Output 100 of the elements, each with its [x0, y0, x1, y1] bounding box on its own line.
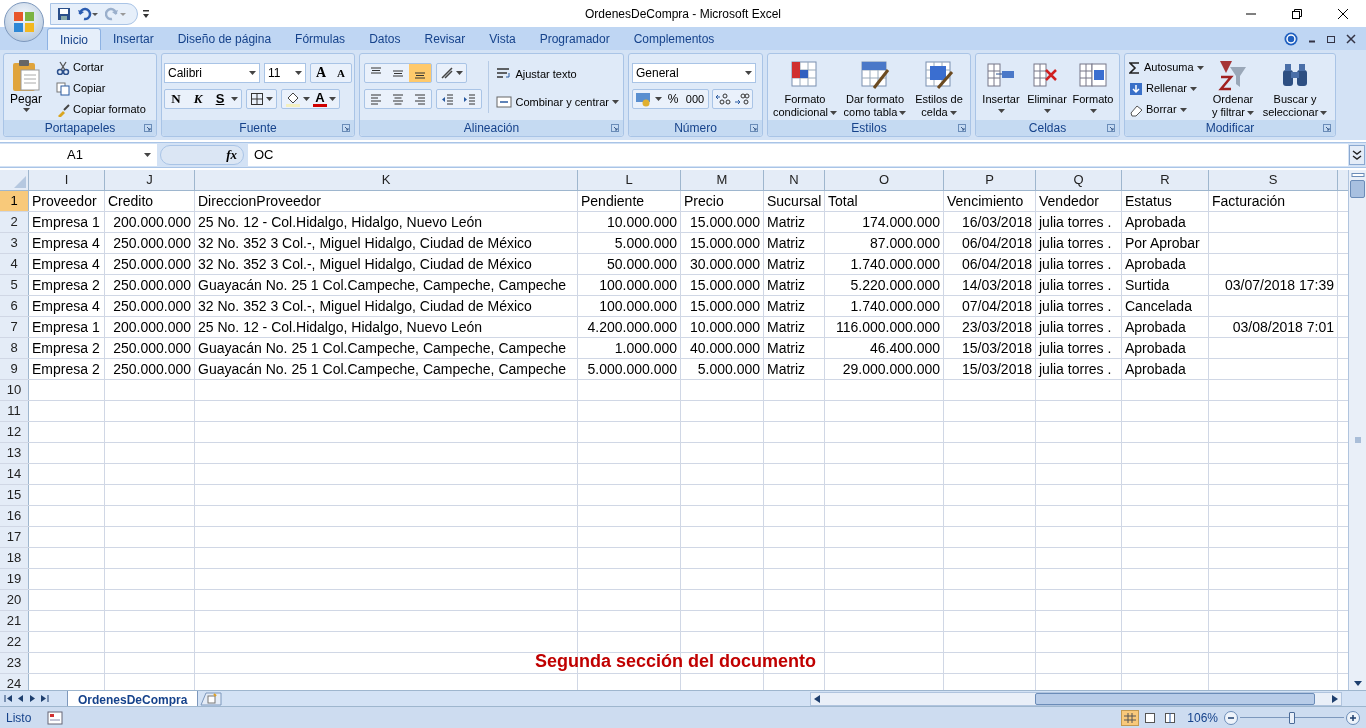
name-box[interactable]: A1 — [0, 144, 157, 166]
row-header[interactable]: 16 — [0, 506, 29, 526]
editing-button[interactable]: Buscar y seleccionar — [1259, 57, 1331, 120]
row-header[interactable]: 3 — [0, 233, 29, 253]
table-cell-text: 50.000.000 — [606, 254, 677, 274]
ribbon-tab[interactable]: Complementos — [621, 28, 727, 50]
table-cell-text: 4.200.000.000 — [587, 317, 677, 337]
percent-button[interactable]: % — [665, 90, 681, 108]
column-header[interactable]: K — [195, 170, 578, 190]
editing-item[interactable]: Rellenar — [1127, 78, 1207, 99]
row-header[interactable]: 13 — [0, 443, 29, 463]
column-header[interactable]: S — [1209, 170, 1338, 190]
row-header[interactable]: 8 — [0, 338, 29, 358]
row-header[interactable]: 12 — [0, 422, 29, 442]
row-header[interactable]: 21 — [0, 611, 29, 631]
ribbon-tab[interactable]: Fórmulas — [283, 28, 358, 50]
row-header[interactable]: 6 — [0, 296, 29, 316]
row-header[interactable]: 20 — [0, 590, 29, 610]
row-header[interactable]: 5 — [0, 275, 29, 295]
paste-button[interactable]: Pegar — [6, 57, 46, 120]
zoom-in-button[interactable] — [1346, 710, 1360, 725]
italic-button[interactable]: K — [187, 89, 209, 109]
cells-button[interactable]: Eliminar — [1024, 57, 1070, 120]
row-header[interactable]: 17 — [0, 527, 29, 547]
row-header[interactable]: 24 — [0, 674, 29, 690]
row-header[interactable]: 19 — [0, 569, 29, 589]
row-header[interactable]: 18 — [0, 548, 29, 568]
column-header[interactable]: J — [105, 170, 195, 190]
row-header[interactable]: 2 — [0, 212, 29, 232]
save-icon[interactable] — [57, 6, 71, 21]
conditional-format-icon — [790, 60, 820, 90]
styles-button[interactable]: Estilos de celda — [910, 57, 968, 120]
grow-font-button[interactable]: A — [311, 64, 331, 82]
row-header[interactable]: 22 — [0, 632, 29, 652]
bold-button[interactable]: N — [165, 89, 187, 109]
row-header[interactable]: 7 — [0, 317, 29, 337]
column-header[interactable]: R — [1122, 170, 1209, 190]
underline-button[interactable]: S — [209, 89, 231, 109]
scroll-thumb[interactable] — [1035, 692, 1315, 705]
clipboard-item[interactable]: Copiar — [54, 78, 148, 99]
zoom-slider[interactable] — [1240, 710, 1344, 725]
ribbon-tab[interactable]: Diseño de página — [165, 28, 284, 50]
column-header[interactable]: Q — [1036, 170, 1122, 190]
borders-button[interactable] — [246, 89, 277, 109]
wrap-text-button[interactable]: Ajustar texto — [494, 63, 621, 85]
dialog-launcher-icon — [342, 124, 350, 132]
editing-item[interactable]: Autosuma — [1127, 57, 1207, 78]
normal-view-button[interactable] — [1121, 709, 1140, 726]
horizontal-scrollbar[interactable] — [810, 691, 1342, 706]
row-header[interactable]: 1 — [0, 191, 29, 211]
clipboard-item[interactable]: Cortar — [54, 57, 148, 78]
caret-icon — [1320, 110, 1328, 115]
vertical-align-icon[interactable] — [409, 64, 431, 82]
zoom-thumb[interactable] — [1289, 711, 1295, 724]
row-header[interactable]: 4 — [0, 254, 29, 274]
number-format-field[interactable]: General — [632, 63, 756, 83]
undo-icon[interactable] — [77, 6, 99, 21]
row-header[interactable]: 23 — [0, 653, 29, 673]
vertical-scrollbar[interactable] — [1348, 170, 1366, 690]
merge-center-button[interactable]: Combinar y centrar — [494, 91, 621, 113]
currency-button[interactable] — [635, 91, 662, 107]
row-header[interactable]: 10 — [0, 380, 29, 400]
zoom-out-button[interactable] — [1224, 710, 1238, 725]
shrink-font-button[interactable]: A — [331, 64, 351, 82]
row-header[interactable]: 9 — [0, 359, 29, 379]
row-header[interactable]: 15 — [0, 485, 29, 505]
font-color-button[interactable]: A — [313, 91, 336, 107]
redo-icon[interactable] — [105, 6, 127, 21]
cells-button[interactable]: Formato — [1070, 57, 1116, 120]
ribbon-tab[interactable]: Insertar — [101, 28, 166, 50]
column-header[interactable]: P — [944, 170, 1036, 190]
fill-color-button[interactable] — [285, 91, 310, 107]
ribbon-tab[interactable]: Inicio — [47, 28, 101, 50]
orientation-button[interactable] — [436, 63, 467, 83]
clipboard-item[interactable]: Copiar formato — [54, 99, 148, 120]
table-cell-text: Pendiente — [581, 191, 645, 211]
column-header[interactable]: M — [681, 170, 764, 190]
sheet-tab[interactable]: OrdenesDeCompra — [67, 690, 199, 707]
ribbon-tab[interactable]: Datos — [357, 28, 413, 50]
cells-button[interactable]: Insertar — [978, 57, 1024, 120]
editing-item[interactable]: Borrar — [1127, 99, 1207, 120]
ribbon-tab[interactable]: Vista — [477, 28, 528, 50]
font-size-field[interactable]: 11 — [264, 63, 306, 83]
column-header[interactable]: I — [29, 170, 105, 190]
insert-function-button[interactable]: fx — [160, 145, 244, 165]
ribbon-tab[interactable]: Revisar — [412, 28, 478, 50]
column-header[interactable]: L — [578, 170, 681, 190]
formula-input[interactable]: OC — [248, 144, 1348, 166]
editing-button[interactable]: Ordenar y filtrar — [1207, 57, 1259, 120]
row-header[interactable]: 11 — [0, 401, 29, 421]
row-header[interactable]: 14 — [0, 464, 29, 484]
font-name-field[interactable]: Calibri — [164, 63, 260, 83]
styles-button[interactable]: Dar formato como tabla — [840, 57, 910, 120]
styles-button[interactable]: Formato condicional — [770, 57, 840, 120]
cell-styles-icon — [924, 60, 954, 90]
column-header[interactable]: O — [825, 170, 944, 190]
ribbon-tab[interactable]: Programador — [527, 28, 622, 50]
scroll-thumb[interactable] — [1350, 180, 1365, 198]
thousands-button[interactable]: 000 — [684, 90, 706, 108]
column-header[interactable]: N — [764, 170, 825, 190]
